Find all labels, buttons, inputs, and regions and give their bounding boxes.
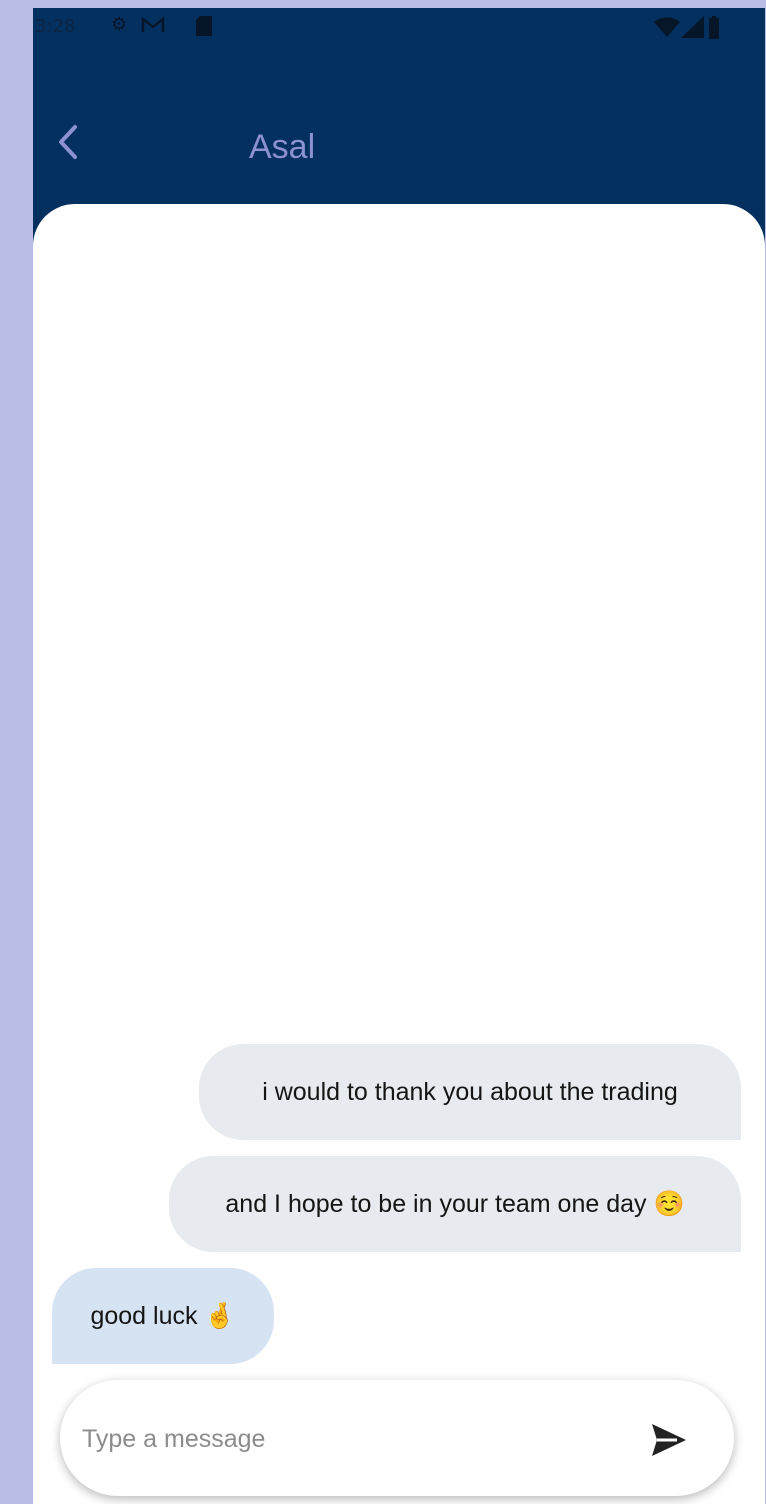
chevron-left-icon — [59, 125, 77, 159]
sent-message: i would to thank you about the trading — [199, 1044, 741, 1140]
message-input[interactable] — [80, 1410, 584, 1468]
wifi-icon — [653, 15, 681, 44]
gmail-icon — [141, 15, 165, 40]
chat-header: Asal — [33, 86, 765, 191]
status-time: 3:28 — [35, 16, 76, 37]
message-composer — [60, 1380, 734, 1496]
status-bar: 3:28 ⚙ — [33, 8, 765, 46]
send-icon — [652, 1424, 686, 1456]
chat-screen: 3:28 ⚙ Asal i would to thank you about t… — [33, 8, 765, 1504]
sd-card-icon — [195, 15, 213, 42]
back-button[interactable] — [51, 122, 85, 162]
contact-name: Asal — [249, 128, 316, 166]
received-message: good luck 🤞 — [52, 1268, 274, 1364]
signal-icon — [680, 15, 706, 44]
message-list[interactable]: i would to thank you about the trading a… — [33, 204, 765, 1504]
send-button[interactable] — [648, 1419, 690, 1461]
chat-content: i would to thank you about the trading a… — [33, 204, 765, 1504]
sent-message: and I hope to be in your team one day ☺️ — [169, 1156, 741, 1252]
battery-icon — [706, 15, 722, 46]
settings-icon: ⚙ — [111, 14, 128, 35]
